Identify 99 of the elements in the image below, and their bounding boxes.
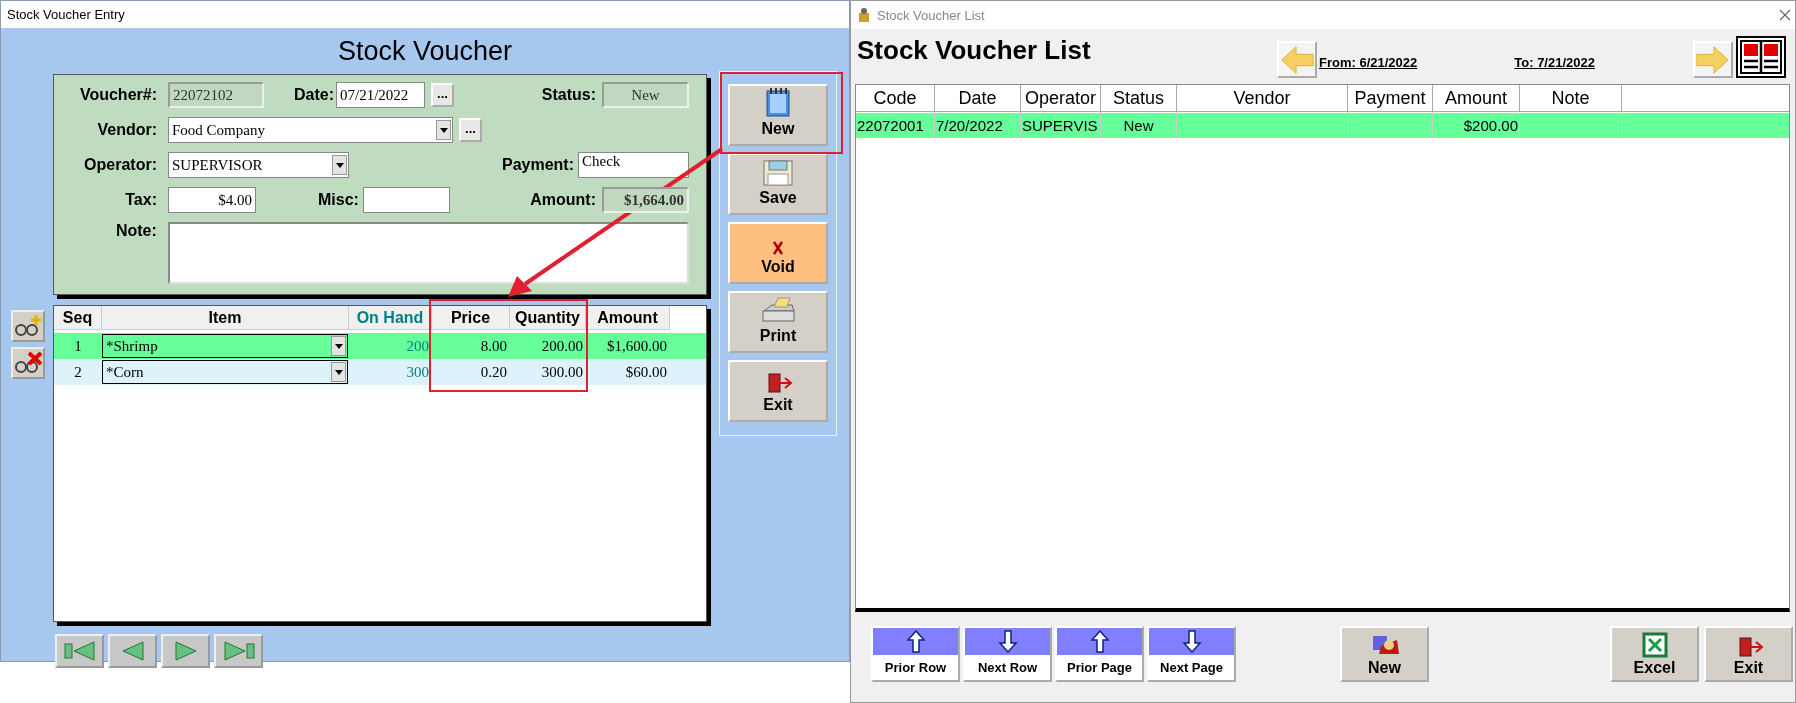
prior-page-button[interactable]: Prior Page: [1055, 626, 1144, 682]
table-cell-text: 200.00: [540, 337, 584, 355]
last-record-button[interactable]: [214, 634, 263, 668]
up-arrow-icon: [905, 630, 926, 653]
field-label: Tax:: [124, 191, 157, 209]
field-label: Misc:: [318, 191, 359, 209]
column-header: Vendor: [1177, 85, 1348, 111]
column-header: Payment: [1348, 85, 1433, 111]
column-header: Code: [856, 85, 935, 111]
previous-range-button[interactable]: [1277, 41, 1317, 78]
field-label: Amount:: [530, 191, 596, 209]
table-cell-text: 1: [73, 337, 83, 355]
add-row-button[interactable]: [11, 310, 45, 342]
table-cell-text: $60.00: [624, 363, 668, 381]
date-picker-button[interactable]: ...: [431, 83, 454, 107]
form-heading: Stock Voucher: [337, 35, 513, 67]
column-header: Note: [1520, 85, 1622, 111]
column-header: Date: [935, 85, 1021, 111]
delete-row-button[interactable]: [11, 347, 45, 379]
next-range-button[interactable]: [1693, 41, 1733, 78]
vendor-lookup-button[interactable]: ...: [459, 118, 482, 142]
notepad-icon: [763, 86, 793, 118]
save-button[interactable]: Save: [728, 153, 828, 215]
column-header: Quantity: [510, 306, 586, 330]
table-cell: 7/20/2022: [935, 113, 1021, 138]
exit-button[interactable]: Exit: [728, 360, 828, 422]
table-cell-text: 8.00: [479, 337, 508, 355]
glasses-cross-icon: [14, 351, 42, 375]
table-cell-text: 200: [405, 337, 430, 355]
list-heading: Stock Voucher List: [857, 35, 1092, 66]
triangle-bar-right-icon: [222, 639, 255, 663]
void-button[interactable]: Void: [728, 222, 828, 284]
table-cell: $200.00: [1433, 113, 1520, 138]
column-header: Price: [432, 306, 510, 330]
caret-icon: [334, 369, 343, 375]
bar-triangle-left-icon: [63, 639, 96, 663]
date-field[interactable]: 07/21/2022: [336, 82, 425, 108]
table-cell-text: 300: [405, 363, 430, 381]
from-date-link[interactable]: From: 6/21/2022: [1319, 55, 1418, 70]
column-header: Item: [102, 306, 349, 330]
item-dropdown[interactable]: *Corn: [102, 360, 348, 384]
note-field[interactable]: [167, 222, 689, 284]
prior-row-button[interactable]: Prior Row: [871, 626, 960, 682]
operator-dropdown[interactable]: SUPERVISOR: [168, 152, 349, 178]
status-field: New: [602, 82, 689, 108]
printer-icon: [760, 297, 796, 325]
next-record-button[interactable]: [161, 634, 210, 668]
misc-field[interactable]: [362, 187, 450, 213]
field-label: Payment:: [501, 156, 574, 174]
down-arrow-icon: [1181, 630, 1202, 653]
glasses-plus-icon: [14, 314, 42, 338]
field-label: Date:: [294, 86, 334, 104]
field-label: Voucher#:: [78, 86, 157, 104]
column-header: Operator: [1021, 85, 1101, 111]
column-header: Amount: [1433, 85, 1520, 111]
up-arrow-icon: [1089, 630, 1110, 653]
excel-button[interactable]: Excel: [1610, 626, 1699, 682]
table-cell: 22072001: [856, 113, 935, 138]
field-label: Vendor:: [96, 121, 157, 139]
field-label: Operator:: [83, 156, 157, 174]
column-header: On Hand: [349, 306, 432, 330]
vendor-dropdown[interactable]: Food Company: [168, 117, 453, 143]
table-cell-text: 300.00: [540, 363, 584, 381]
payment-field[interactable]: Check: [578, 152, 689, 178]
table-cell-text: $1,600.00: [606, 337, 668, 355]
exit-button[interactable]: Exit: [1704, 626, 1793, 682]
window-title: Stock Voucher Entry: [7, 7, 125, 22]
print-button[interactable]: Print: [728, 291, 828, 353]
voucher-field: 22072102: [168, 82, 264, 108]
down-arrow-icon: [997, 630, 1018, 653]
amount-field: $1,664.00: [602, 187, 689, 213]
grid-icon: [1739, 39, 1783, 75]
app-icon: [857, 7, 871, 23]
column-header: Amount: [586, 306, 670, 330]
next-page-button[interactable]: Next Page: [1147, 626, 1236, 682]
item-dropdown[interactable]: *Shrimp: [102, 334, 348, 358]
tax-field[interactable]: $4.00: [168, 187, 256, 213]
column-header: Seq: [54, 306, 102, 330]
caret-icon: [335, 162, 344, 168]
spreadsheet-icon: [1640, 632, 1669, 658]
close-icon[interactable]: [1779, 9, 1791, 21]
field-label: Status:: [541, 86, 596, 104]
field-label: Note:: [114, 222, 157, 240]
table-cell: SUPERVIS: [1021, 113, 1101, 138]
new-button[interactable]: New: [1340, 626, 1429, 682]
first-record-button[interactable]: [55, 634, 104, 668]
to-date-link[interactable]: To: 7/21/2022: [1514, 55, 1595, 70]
caret-icon: [334, 343, 343, 349]
window-title: Stock Voucher List: [877, 7, 985, 23]
cross-icon: [771, 240, 785, 256]
table-cell-text: 2: [73, 363, 83, 381]
column-settings-button[interactable]: [1736, 36, 1786, 78]
table-cell: New: [1101, 113, 1177, 138]
caret-icon: [439, 127, 448, 133]
column-header: Status: [1101, 85, 1177, 111]
next-row-button[interactable]: Next Row: [963, 626, 1052, 682]
table-cell-text: 0.20: [479, 363, 508, 381]
new-button[interactable]: New: [728, 84, 828, 146]
previous-record-button[interactable]: [108, 634, 157, 668]
